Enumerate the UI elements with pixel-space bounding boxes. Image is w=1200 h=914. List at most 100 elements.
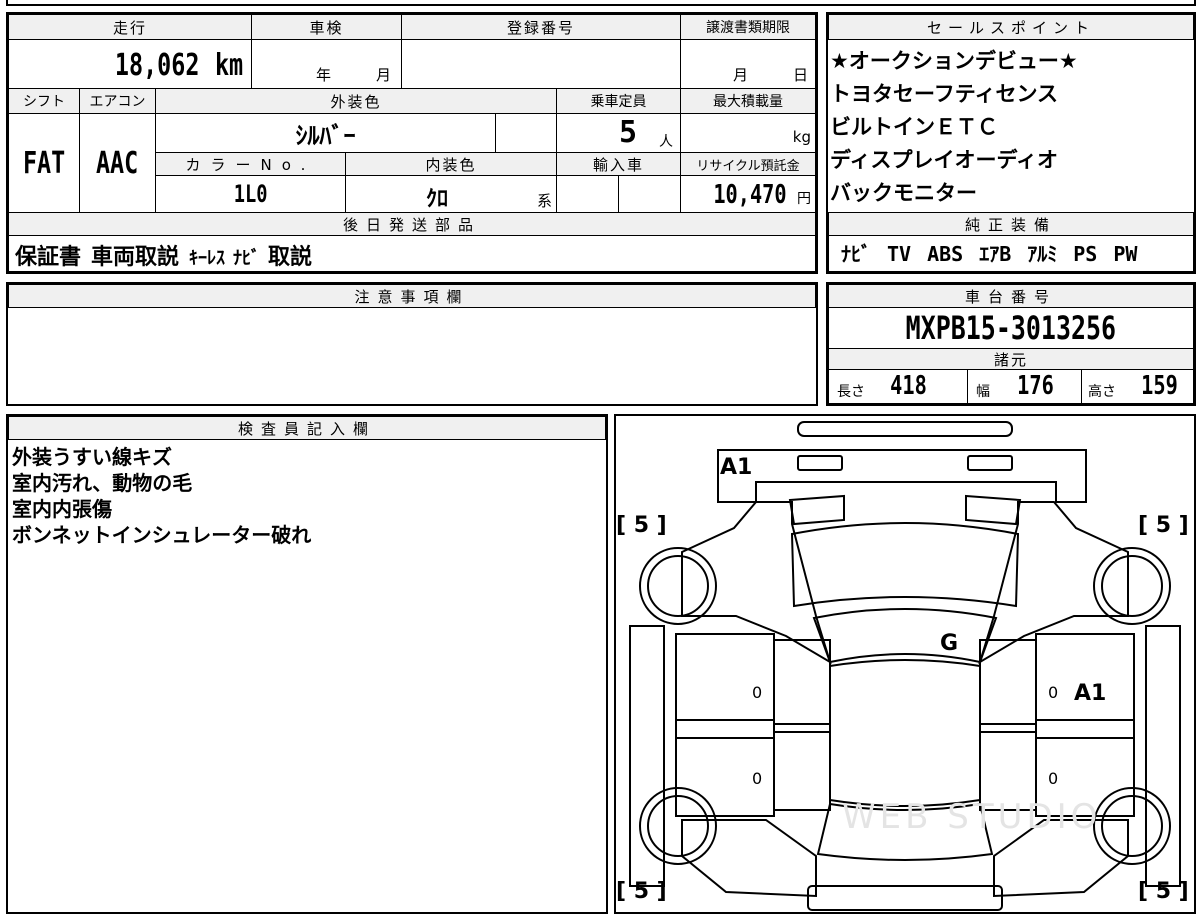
later-part-item: 車両取説: [91, 245, 180, 270]
front-bumper-bar: [797, 421, 1013, 437]
later-parts-cell: 保証書 車両取説 ｷｰﾚｽ ﾅﾋﾞ 取説: [8, 235, 816, 272]
wheel-rear-left-inner: [647, 795, 709, 857]
mileage-value: 18,062: [114, 48, 199, 83]
right-front-door-window: [979, 639, 1037, 733]
exterior-color-cell: ｼﾙﾊﾞｰ: [155, 113, 496, 153]
length-label: 長さ: [837, 384, 865, 400]
equipment-item: ﾅﾋﾞ: [841, 242, 871, 266]
color-number-value: 1L0: [233, 180, 268, 208]
watermark: WEB STUDIO: [842, 797, 1101, 837]
color-number-cell: 1L0: [155, 175, 346, 213]
equipment-item: PS: [1073, 242, 1098, 266]
capacity-header: 乗車定員: [556, 88, 681, 114]
right-front-fender: [978, 501, 1129, 665]
shift-header: シフト: [8, 88, 80, 114]
front-panel: [717, 449, 1087, 503]
registration-header: 登録番号: [401, 14, 681, 40]
sales-point-item: トヨタセーフティセンス: [830, 82, 1059, 106]
ac-value: AAC: [96, 145, 139, 181]
tire-front-left-label: [ 5 ]: [616, 513, 667, 538]
capacity-unit: 人: [659, 134, 673, 150]
sales-point-item: ★オークションデビュー★: [830, 49, 1078, 73]
mark-glass: G: [940, 631, 958, 656]
import-cell-b: [618, 175, 681, 213]
mileage-cell: 18,062 km: [8, 39, 252, 89]
shift-cell: FAT: [8, 113, 80, 213]
sales-point-item: バックモニター: [830, 181, 977, 205]
left-rear-door: [675, 719, 775, 817]
length-value: 418: [890, 371, 927, 401]
headlight-right: [967, 455, 1013, 471]
left-front-fender: [681, 501, 832, 665]
later-parts-header: 後日発送部品: [8, 212, 816, 236]
year-unit: 年: [316, 66, 332, 84]
later-part-item: ｷｰﾚｽ: [189, 248, 226, 269]
width-label: 幅: [976, 384, 990, 400]
later-parts-list: 保証書 車両取説 ｷｰﾚｽ ﾅﾋﾞ 取説: [15, 239, 322, 271]
later-part-item: 取説: [268, 245, 313, 270]
sales-point-item: ディスプレイオーディオ: [830, 148, 1059, 172]
max-load-cell: kg: [680, 113, 816, 153]
capacity-cell: 5 人: [556, 113, 681, 153]
chassis-box: 車台番号 MXPB15-3013256 諸元 長さ 418 幅 176 高さ 1…: [826, 282, 1196, 406]
length-cell: 長さ 418: [828, 369, 968, 404]
later-part-item: ﾅﾋﾞ: [233, 248, 261, 269]
genuine-equipment-cell: ﾅﾋﾞ TV ABS ｴｱB ｱﾙﾐ PS PW: [828, 235, 1194, 272]
left-front-door-window: [773, 639, 831, 733]
rear-bumper: [807, 885, 1003, 911]
headlight-left: [797, 455, 843, 471]
later-part-item: 保証書: [15, 245, 82, 270]
tire-front-right-label: [ 5 ]: [1138, 513, 1189, 538]
month-unit: 月: [376, 66, 392, 84]
chassis-number-cell: MXPB15-3013256: [828, 307, 1194, 349]
wheel-rear-right-inner: [1101, 795, 1163, 857]
interior-color-cell: ｸﾛ 系: [345, 175, 557, 213]
registration-cell: [401, 39, 681, 89]
mark-left-rear-door: 0: [752, 769, 762, 788]
import-cell-a: [556, 175, 619, 213]
exterior-color-sub-cell: [495, 113, 557, 153]
inspector-header: 検査員記入欄: [8, 416, 606, 440]
capacity-value: 5: [619, 115, 638, 150]
wheel-rear-left: [639, 787, 717, 865]
spec-header: 諸元: [828, 348, 1194, 370]
notes-box: 注意事項欄: [6, 282, 818, 406]
genuine-equipment-list: ﾅﾋﾞ TV ABS ｴｱB ｱﾙﾐ PS PW: [841, 238, 1153, 267]
inspector-box: 検査員記入欄 外装うすい線キズ 室内汚れ、動物の毛 室内内張傷 ボンネットインシュレー…: [6, 414, 608, 914]
ac-cell: AAC: [79, 113, 156, 213]
shift-value: FAT: [22, 145, 66, 181]
chassis-header: 車台番号: [828, 284, 1194, 308]
mileage-unit: km: [214, 48, 244, 83]
tire-rear-left-label: [ 5 ]: [616, 879, 667, 904]
top-cutoff-strip: [6, 0, 1196, 6]
interior-color-header: 内装色: [345, 152, 557, 176]
hood: [790, 522, 1020, 608]
windshield: [812, 608, 998, 664]
roof: [829, 659, 981, 807]
transfer-deadline-header: 譲渡書類期限: [680, 14, 816, 40]
equipment-item: ABS: [927, 242, 964, 266]
front-grille-right: [965, 494, 1022, 526]
equipment-item: ｴｱB: [979, 242, 1012, 266]
transfer-day: 日: [793, 66, 809, 84]
width-value: 176: [1017, 371, 1054, 401]
width-cell: 幅 176: [967, 369, 1082, 404]
max-load-header: 最大積載量: [680, 88, 816, 114]
wheel-rear-right: [1093, 787, 1171, 865]
inspector-note-line: 室内汚れ、動物の毛: [12, 471, 193, 495]
inspector-note-line: ボンネットインシュレーター破れ: [12, 523, 312, 547]
inspector-note-line: 外装うすい線キズ: [12, 445, 172, 469]
recycle-deposit-header: リサイクル預託金: [680, 152, 816, 176]
sales-points-header: セールスポイント: [828, 14, 1194, 40]
height-value: 159: [1141, 371, 1178, 401]
inspection-header: 車検: [251, 14, 402, 40]
transfer-deadline-cell: 月 日: [680, 39, 816, 89]
car-diagram-box: [ 5 ] [ 5 ] [ 5 ] [ 5 ] A1 G A1 0 0 0 0 …: [614, 414, 1196, 914]
transfer-month: 月: [733, 66, 749, 84]
recycle-value: 10,470: [713, 180, 787, 210]
front-grille-left: [788, 494, 845, 526]
recycle-deposit-cell: 10,470 円: [680, 175, 816, 213]
sales-point-item: ビルトインＥＴＣ: [830, 115, 998, 139]
mileage-header: 走行: [8, 14, 252, 40]
interior-suffix: 系: [536, 192, 552, 210]
